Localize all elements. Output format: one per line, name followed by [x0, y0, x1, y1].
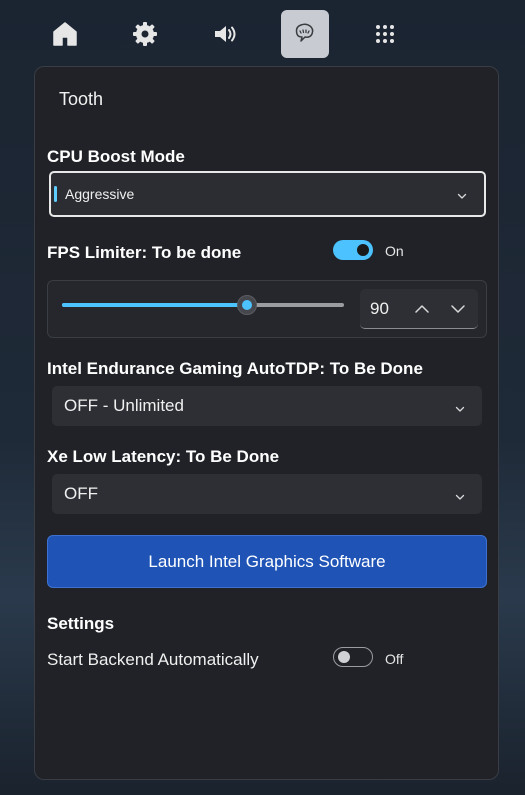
- cpu-boost-value: Aggressive: [65, 186, 135, 202]
- fps-number-box[interactable]: 90: [360, 289, 478, 329]
- fps-limit-control: 90: [47, 280, 487, 338]
- panel-title: Tooth: [59, 89, 104, 109]
- grid-icon: [373, 22, 397, 46]
- fps-slider[interactable]: [62, 295, 344, 315]
- gear-icon: [131, 20, 159, 48]
- start-backend-label: Start Backend Automatically: [47, 650, 259, 669]
- autotdp-label: Intel Endurance Gaming AutoTDP: To Be Do…: [47, 359, 423, 378]
- plugin-icon: [291, 20, 319, 48]
- start-backend-toggle[interactable]: [333, 647, 373, 667]
- fps-value: 90: [370, 299, 389, 318]
- fps-slider-fill: [62, 303, 247, 307]
- xe-low-latency-value: OFF: [64, 484, 98, 503]
- chevron-down-icon: [456, 189, 468, 201]
- fps-limiter-toggle[interactable]: [333, 240, 373, 260]
- decrement-button[interactable]: [450, 301, 466, 317]
- fps-slider-thumb[interactable]: [237, 295, 257, 315]
- fps-limiter-state: On: [385, 243, 404, 259]
- chevron-up-icon: [415, 305, 429, 313]
- settings-heading: Settings: [47, 614, 115, 633]
- xe-low-latency-label: Xe Low Latency: To Be Done: [47, 447, 280, 466]
- start-backend-state: Off: [385, 651, 404, 667]
- apps-tab[interactable]: [361, 10, 409, 58]
- autotdp-value: OFF - Unlimited: [64, 396, 184, 415]
- top-bar: [0, 0, 525, 66]
- speaker-icon: [211, 20, 239, 48]
- toggle-knob: [338, 651, 350, 663]
- chevron-down-icon: [454, 400, 466, 412]
- increment-button[interactable]: [414, 301, 430, 317]
- settings-tab[interactable]: [121, 10, 169, 58]
- cpu-boost-label: CPU Boost Mode: [47, 147, 185, 166]
- cpu-boost-dropdown[interactable]: Aggressive: [49, 171, 486, 217]
- fps-limiter-label: FPS Limiter: To be done: [47, 243, 242, 262]
- chevron-down-icon: [451, 305, 465, 313]
- chevron-down-icon: [454, 488, 466, 500]
- home-icon: [51, 20, 79, 48]
- launch-intel-graphics-button[interactable]: Launch Intel Graphics Software: [47, 535, 487, 588]
- focus-accent: [54, 186, 57, 202]
- autotdp-dropdown[interactable]: OFF - Unlimited: [52, 386, 482, 426]
- home-tab[interactable]: [41, 10, 89, 58]
- plugin-panel: Tooth CPU Boost Mode Aggressive FPS Limi…: [34, 66, 499, 780]
- plugin-tab[interactable]: [281, 10, 329, 58]
- xe-low-latency-dropdown[interactable]: OFF: [52, 474, 482, 514]
- audio-tab[interactable]: [201, 10, 249, 58]
- toggle-knob: [357, 244, 369, 256]
